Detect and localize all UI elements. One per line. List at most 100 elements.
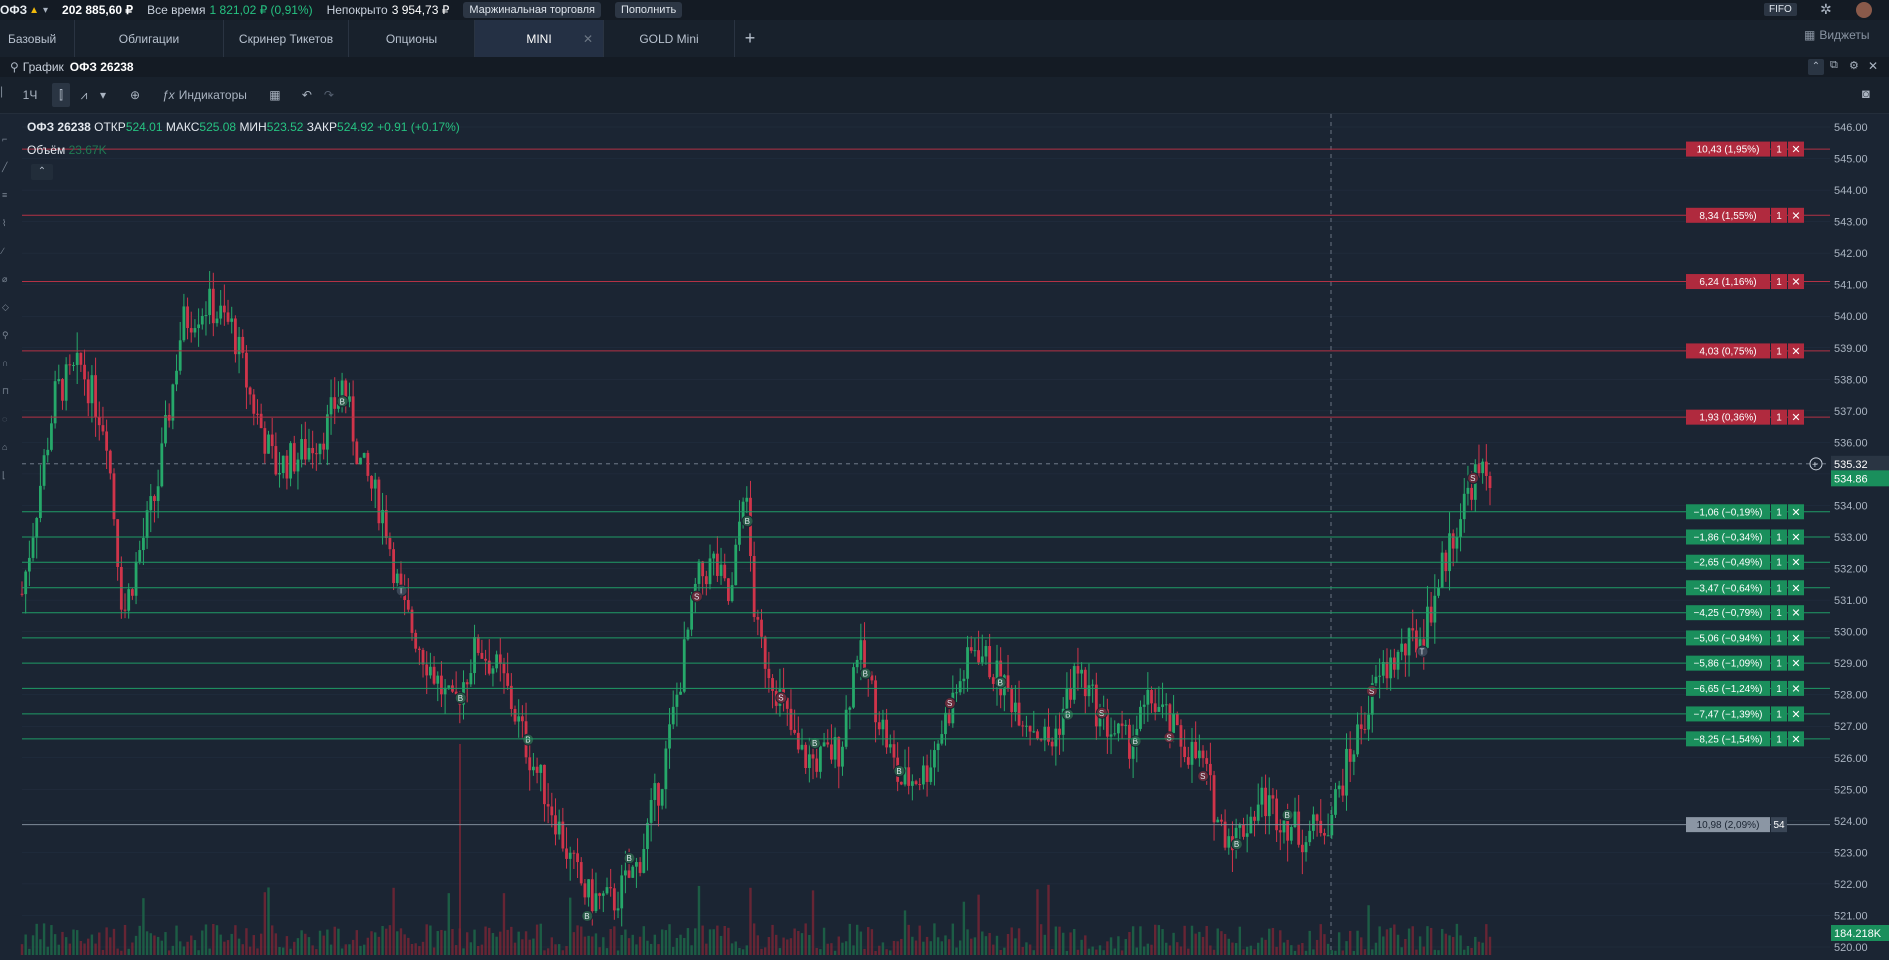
avatar[interactable] <box>1856 2 1872 18</box>
line-tool-icon[interactable]: ╱ <box>2 162 12 172</box>
candle-body <box>270 434 274 447</box>
volume-bar <box>28 948 31 955</box>
price-chart[interactable]: + TBBBBSBBBSBBSBSBBSTSBSSB 10,43 (1,95%)… <box>0 114 1889 955</box>
deposit-button[interactable]: Пополнить <box>614 2 683 18</box>
volume-bar <box>995 935 999 955</box>
candle-body <box>1120 723 1124 726</box>
candle-body <box>149 496 153 511</box>
workspace-tabs: Базовый Облигации Скринер Тикетов Опцион… <box>0 20 1889 58</box>
volume-bar <box>844 941 848 955</box>
tab-gold-mini[interactable]: GOLD Mini <box>604 20 735 57</box>
candle-body <box>1036 731 1039 739</box>
lock-tool-icon[interactable]: ⊓ <box>2 386 12 396</box>
area-chart-icon[interactable]: ⩘ <box>76 83 92 107</box>
candle-body <box>657 783 660 806</box>
widgets-button[interactable]: ▦ Виджеты <box>1804 28 1869 42</box>
volume-bar <box>293 941 296 955</box>
chevron-down-icon[interactable]: ▾ <box>43 5 48 16</box>
brush-tool-icon[interactable]: ∕ <box>2 246 12 256</box>
price-tick-label: 540.00 <box>1834 311 1868 323</box>
volume-bar <box>396 931 399 955</box>
trash-tool-icon[interactable]: ⌂ <box>2 442 12 452</box>
candles-icon[interactable]: ⫿ <box>52 83 70 107</box>
undo-icon[interactable]: ↶ <box>299 83 315 107</box>
settings-icon[interactable]: ⚙ <box>1849 59 1859 72</box>
hide-tool-icon[interactable]: ◌ <box>2 414 12 424</box>
chevron-down-icon[interactable]: ▾ <box>98 83 108 107</box>
candle-body <box>1334 789 1337 815</box>
search-icon[interactable]: ⚲ <box>10 60 19 74</box>
order-pnl-label: −2,65 (−0,49%) <box>1694 558 1763 569</box>
fifo-button[interactable]: FIFO <box>1764 3 1797 16</box>
fib-tool-icon[interactable]: ≡ <box>2 190 12 200</box>
add-tab-icon[interactable]: + <box>735 20 765 57</box>
volume-bar <box>1315 939 1319 955</box>
widgets-label: Виджеты <box>1819 28 1870 42</box>
magnet-tool-icon[interactable]: ∩ <box>2 358 12 368</box>
volume-bar <box>1279 930 1282 955</box>
close-panel-icon[interactable]: ✕ <box>1868 59 1878 73</box>
candle-body <box>189 328 193 333</box>
indicators-button[interactable]: ƒx Индикаторы <box>162 83 247 107</box>
ohlc-legend: ОФЗ 26238 ОТКР524.01 МАКС525.08 МИН523.5… <box>27 120 460 134</box>
volume-bar <box>1084 935 1087 955</box>
chart-canvas[interactable]: + TBBBBSBBBSBB SBSBBSTSBSSB 10,43 (1,95%)… <box>0 114 1889 955</box>
account-name[interactable]: ОФЗ <box>0 3 27 17</box>
candle-body <box>1484 461 1488 476</box>
volume-bar <box>782 937 785 955</box>
ruler-tool-icon[interactable]: ⌊ <box>2 470 12 480</box>
interval-selector[interactable]: 1Ч <box>20 83 40 107</box>
volume-bar <box>572 932 576 955</box>
trade-marker-label: B <box>525 736 530 745</box>
candle-body <box>42 455 46 486</box>
candle-body <box>75 352 79 366</box>
candle-body <box>1157 706 1161 712</box>
candle-body <box>837 737 841 767</box>
tab-mini[interactable]: MINI ✕ <box>475 20 604 57</box>
tab-ticker-screener[interactable]: Скринер Тикетов <box>224 20 349 57</box>
candle-body <box>1451 533 1455 549</box>
tab-bonds[interactable]: Облигации <box>75 20 224 57</box>
cursor-icon[interactable]: ⌐ <box>2 134 12 144</box>
camera-icon[interactable]: ◙ <box>1862 86 1870 101</box>
candle-body <box>668 724 671 749</box>
volume-bar <box>701 925 704 955</box>
candle-body <box>119 566 123 610</box>
volume-bar <box>1036 889 1039 955</box>
candle-body <box>1271 795 1275 799</box>
path-tool-icon[interactable]: ⌇ <box>2 218 12 228</box>
volume-bar <box>1146 943 1150 955</box>
volume-bar <box>414 943 417 955</box>
candle-body <box>727 578 730 602</box>
close-icon[interactable]: ✕ <box>583 32 593 46</box>
candle-body <box>61 379 64 401</box>
measure-tool-icon[interactable]: ◇ <box>2 302 12 312</box>
redo-icon[interactable]: ↷ <box>321 83 337 107</box>
order-qty-label: 54 <box>1773 820 1785 831</box>
zoom-tool-icon[interactable]: ⚲ <box>2 330 12 340</box>
text-tool-icon[interactable]: ⌀ <box>2 274 12 284</box>
volume-bar <box>1253 949 1256 955</box>
candle-body <box>186 306 189 329</box>
collapse-legend-button[interactable]: ⌃ <box>31 164 53 180</box>
volume-bar <box>859 931 863 955</box>
volume-bar <box>789 938 793 955</box>
tab-options[interactable]: Опционы <box>349 20 475 57</box>
volume-bar <box>778 948 782 955</box>
chevron-up-icon[interactable]: ⌃ <box>1808 59 1824 75</box>
toolbar-divider-icon: | <box>0 84 4 98</box>
volume-bar <box>517 931 520 955</box>
popout-icon[interactable]: ⧉ <box>1830 59 1838 72</box>
volume-bar <box>459 744 461 955</box>
order-qty-label: 1 <box>1776 734 1782 745</box>
volume-bar <box>311 945 314 955</box>
templates-icon[interactable]: ▦ <box>267 83 283 107</box>
legend-low: 523.52 <box>266 120 304 134</box>
candle-body <box>105 431 109 451</box>
tab-basic[interactable]: Базовый <box>0 20 75 57</box>
volume-bar <box>462 948 465 955</box>
gear-icon[interactable]: ✲ <box>1820 1 1832 18</box>
panel-ticker[interactable]: ОФЗ 26238 <box>70 60 134 74</box>
add-compare-icon[interactable]: ⊕ <box>126 83 144 107</box>
margin-trading-button[interactable]: Маржинальная торговля <box>463 2 601 18</box>
